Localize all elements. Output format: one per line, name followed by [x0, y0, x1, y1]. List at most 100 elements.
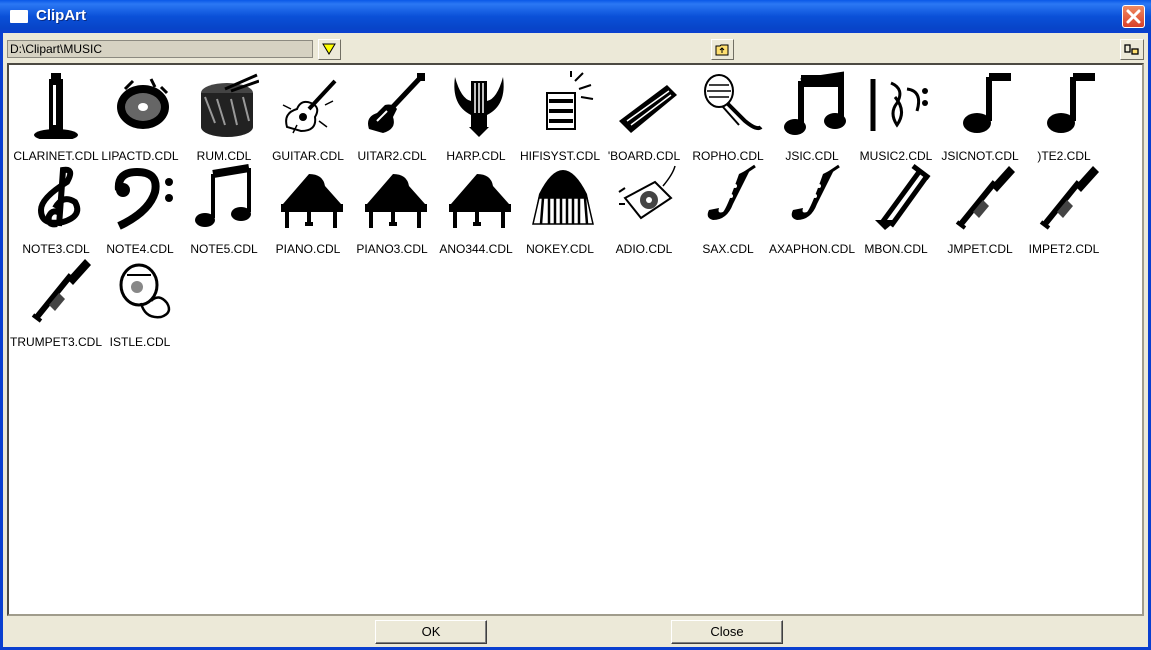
close-icon — [1126, 9, 1141, 24]
music-notes-icon — [784, 71, 846, 135]
clipart-item-label: NOTE5.CDL — [190, 242, 258, 256]
clipart-item-label: JSIC.CDL — [785, 149, 839, 163]
whistle-icon — [119, 263, 171, 319]
clipart-item[interactable]: JSICNOT.CDL — [939, 69, 1021, 163]
clipart-item[interactable]: HIFISYST.CDL — [519, 69, 601, 163]
trumpet-icon — [955, 166, 1015, 230]
clipart-item-label: ADIO.CDL — [615, 242, 673, 256]
clipart-item-label: HARP.CDL — [446, 149, 506, 163]
trombone-icon — [875, 164, 931, 230]
clipart-item-label: NOKEY.CDL — [526, 242, 594, 256]
cd-icon — [117, 78, 169, 129]
view-options-icon — [1124, 44, 1139, 55]
clipart-item-label: NOTE3.CDL — [22, 242, 90, 256]
clipart-item[interactable]: IMPET2.CDL — [1023, 162, 1105, 256]
treble-clef-icon — [37, 166, 81, 228]
up-folder-button[interactable] — [711, 39, 734, 60]
dropdown-triangle-icon — [322, 43, 336, 55]
clipart-item-label: ROPHO.CDL — [692, 149, 764, 163]
clipart-item-label: UITAR2.CDL — [357, 149, 427, 163]
clipart-item-label: )TE2.CDL — [1037, 149, 1091, 163]
clipart-item[interactable]: AXAPHON.CDL — [769, 162, 855, 256]
saxophone-icon — [791, 164, 840, 220]
grand-piano-icon — [365, 174, 427, 228]
clipart-item[interactable]: ROPHO.CDL — [687, 69, 769, 163]
clipart-item-label: JMPET.CDL — [947, 242, 1013, 256]
path-field[interactable]: D:\Clipart\MUSIC — [7, 40, 313, 58]
clipart-item[interactable]: LIPACTD.CDL — [99, 69, 181, 163]
eighth-note-icon — [963, 73, 1011, 133]
beamed-notes-icon — [195, 164, 251, 227]
clipart-item-label: MUSIC2.CDL — [859, 149, 933, 163]
view-options-button[interactable] — [1120, 39, 1144, 60]
clipart-item[interactable]: ANO344.CDL — [435, 162, 517, 256]
clipart-item-label: AXAPHON.CDL — [768, 242, 856, 256]
clipart-item-label: MBON.CDL — [864, 242, 928, 256]
clipart-item[interactable]: PIANO3.CDL — [351, 162, 433, 256]
clipart-item[interactable]: )TE2.CDL — [1023, 69, 1105, 163]
clipart-item[interactable]: JMPET.CDL — [939, 162, 1021, 256]
close-window-button[interactable] — [1122, 5, 1145, 28]
clipart-item-label: SAX.CDL — [702, 242, 754, 256]
clipart-item[interactable]: ADIO.CDL — [603, 162, 685, 256]
clipart-item[interactable]: ISTLE.CDL — [99, 255, 181, 349]
grand-piano-icon — [281, 174, 343, 228]
clipart-item[interactable]: JSIC.CDL — [771, 69, 853, 163]
clipart-item[interactable]: CLARINET.CDL — [13, 69, 99, 163]
hifi-icon — [546, 71, 594, 130]
microphone-icon — [704, 74, 763, 131]
clipart-item[interactable]: GUITAR.CDL — [267, 69, 349, 163]
saxophone-icon — [707, 164, 756, 220]
clipart-item-label: PIANO3.CDL — [356, 242, 428, 256]
title-bar[interactable]: ClipArt — [0, 0, 1151, 33]
up-folder-icon — [715, 44, 729, 56]
drum-icon — [201, 73, 259, 137]
clipart-item-label: HIFISYST.CDL — [519, 149, 600, 163]
clipart-window: ClipArt D:\Clipart\MUSIC CLARINET.CDL LIP… — [0, 0, 1151, 650]
clipart-item[interactable]: NOKEY.CDL — [519, 162, 601, 256]
clipart-item[interactable]: SAX.CDL — [687, 162, 769, 256]
clipart-item-label: IMPET2.CDL — [1028, 242, 1100, 256]
clipart-item[interactable]: MBON.CDL — [855, 162, 937, 256]
clipart-item[interactable]: NOTE5.CDL — [183, 162, 265, 256]
clipart-item[interactable]: NOTE3.CDL — [15, 162, 97, 256]
clipart-item-label: CLARINET.CDL — [13, 149, 99, 163]
clipart-item-label: LIPACTD.CDL — [101, 149, 179, 163]
clipart-item[interactable]: PIANO.CDL — [267, 162, 349, 256]
clipart-list[interactable]: CLARINET.CDL LIPACTD.CDL RUM.CDL GUITAR.CDL… — [7, 63, 1144, 616]
clipart-item-label: ISTLE.CDL — [109, 335, 171, 349]
trumpet-icon — [1039, 166, 1099, 230]
ok-button[interactable]: OK — [375, 620, 487, 644]
electric-guitar-icon — [368, 73, 425, 133]
clipart-item-label: NOTE4.CDL — [106, 242, 174, 256]
clipart-item-label: ANO344.CDL — [439, 242, 513, 256]
clipart-item[interactable]: NOTE4.CDL — [99, 162, 181, 256]
clipart-item-label: TRUMPET3.CDL — [9, 335, 102, 349]
clipart-item[interactable]: HARP.CDL — [435, 69, 517, 163]
clipart-item-label: GUITAR.CDL — [272, 149, 344, 163]
guitar-icon — [282, 79, 337, 134]
keyboard-icon — [619, 85, 677, 133]
radio-icon — [618, 165, 676, 220]
clarinet-icon — [34, 73, 78, 139]
clipart-item[interactable]: TRUMPET3.CDL — [10, 255, 102, 349]
clipart-item[interactable]: MUSIC2.CDL — [855, 69, 937, 163]
clipart-item[interactable]: 'BOARD.CDL — [603, 69, 685, 163]
piano-keys-icon — [532, 170, 594, 225]
lyre-icon — [454, 77, 504, 137]
clipart-item[interactable]: UITAR2.CDL — [351, 69, 433, 163]
window-icon — [10, 10, 28, 23]
path-dropdown-button[interactable] — [318, 39, 341, 60]
trumpet-icon — [31, 259, 91, 323]
toolbar: D:\Clipart\MUSIC — [3, 33, 1148, 63]
button-bar: OK Close — [3, 616, 1148, 647]
clipart-item-label: JSICNOT.CDL — [941, 149, 1019, 163]
close-button[interactable]: Close — [671, 620, 783, 644]
bass-clef-icon — [114, 167, 173, 230]
clipart-item-label: 'BOARD.CDL — [607, 149, 681, 163]
clipart-item-label: RUM.CDL — [196, 149, 252, 163]
clipart-item-label: PIANO.CDL — [275, 242, 341, 256]
eighth-note-icon — [1047, 73, 1095, 133]
clipart-item[interactable]: RUM.CDL — [183, 69, 265, 163]
clef-notes-icon — [870, 79, 928, 131]
